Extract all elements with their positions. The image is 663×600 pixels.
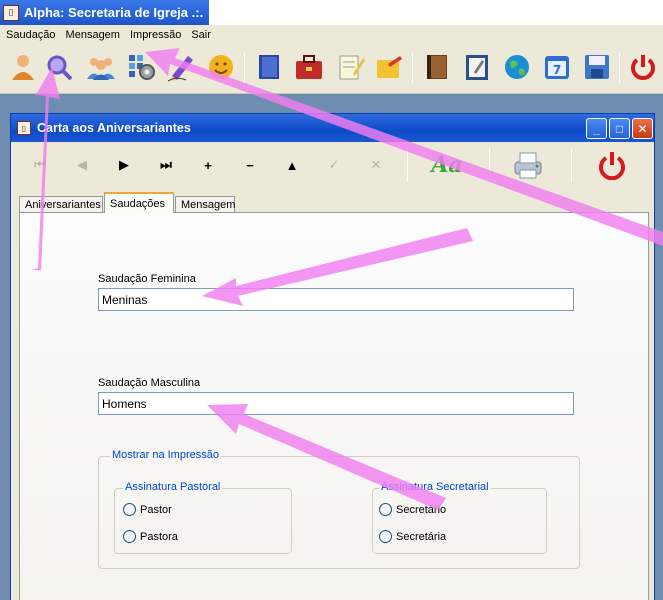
secretarial-signature-group: Assinatura Secretarial Secretário Secret… (372, 481, 547, 554)
child-window-title: Carta aos Aniversariantes (37, 121, 191, 135)
print-options-group: Mostrar na Impressão Assinatura Pastoral… (98, 449, 580, 569)
child-title-bar[interactable]: ▯ Carta aos Aniversariantes _ □ ✕ (11, 114, 654, 142)
record-navigator: ⏮ ◀ ▶ ⏭ + − ▲ ✓ ✕ Aa (15, 144, 650, 186)
svg-text:7: 7 (553, 63, 561, 77)
secretaria-label: Secretária (396, 530, 447, 543)
secretario-radio[interactable]: Secretário (379, 503, 446, 516)
menu-mensagem[interactable]: Mensagem (62, 29, 124, 41)
group-icon[interactable] (86, 52, 116, 82)
post-record-button[interactable]: ✓ (317, 150, 351, 180)
first-record-button[interactable]: ⏮ (23, 150, 57, 180)
menu-sair[interactable]: Sair (187, 29, 215, 41)
secretaria-radio[interactable]: Secretária (379, 530, 446, 543)
edit-record-button[interactable]: ▲ (275, 150, 309, 180)
nav-separator (407, 148, 408, 182)
secretario-label: Secretário (396, 503, 447, 516)
toolbar-separator (619, 52, 620, 84)
app-title: Alpha: Secretaria de Igreja .:. (24, 5, 204, 20)
tab-aniversariantes[interactable]: Aniversariantes (19, 196, 103, 213)
print-options-caption: Mostrar na Impressão (110, 449, 221, 461)
toolbar-separator (412, 52, 413, 84)
power-icon[interactable] (595, 150, 629, 180)
pastora-label: Pastora (140, 530, 178, 543)
menu-saudacao[interactable]: Saudação (2, 29, 60, 41)
radio-circle[interactable] (123, 503, 136, 516)
next-record-button[interactable]: ▶ (107, 150, 141, 180)
birthday-letter-window: ▯ Carta aos Aniversariantes _ □ ✕ ⏮ ◀ ▶ … (10, 113, 655, 600)
pastoral-signature-group: Assinatura Pastoral Pastor Pastora (114, 481, 292, 554)
book-icon: ▯ (3, 4, 19, 21)
feminine-greeting-input[interactable] (98, 288, 574, 311)
maximize-button[interactable]: □ (609, 118, 630, 139)
main-toolbar: 7 (0, 44, 663, 94)
menu-bar: Saudação Mensagem Impressão Sair (0, 25, 663, 44)
pastoral-signature-caption: Assinatura Pastoral (123, 481, 223, 493)
settings-grid-icon[interactable] (126, 52, 156, 82)
book-icon: ▯ (17, 121, 31, 135)
toolbar-separator (244, 52, 245, 84)
sticky-note-icon[interactable] (374, 52, 404, 82)
search-icon[interactable] (44, 52, 74, 82)
user-icon[interactable] (8, 52, 38, 82)
globe-icon[interactable] (502, 52, 532, 82)
masculine-greeting-input[interactable] (98, 392, 574, 415)
close-button[interactable]: ✕ (632, 118, 653, 139)
toolbox-icon[interactable] (294, 52, 324, 82)
pastora-radio[interactable]: Pastora (123, 530, 178, 543)
nav-separator (571, 148, 572, 182)
radio-circle[interactable] (379, 530, 392, 543)
app-title-bar[interactable]: ▯ Alpha: Secretaria de Igreja .:. (0, 0, 209, 25)
power-icon[interactable] (628, 52, 658, 82)
last-record-button[interactable]: ⏭ (149, 150, 183, 180)
masculine-greeting-label: Saudação Masculina (98, 377, 201, 389)
clipboard-icon[interactable] (462, 52, 492, 82)
tab-mensagem[interactable]: Mensagem (175, 196, 235, 213)
address-book-icon[interactable] (422, 52, 452, 82)
notepad-icon[interactable] (336, 52, 366, 82)
notebook-icon[interactable] (254, 52, 284, 82)
radio-circle[interactable] (379, 503, 392, 516)
save-icon[interactable] (582, 52, 612, 82)
add-record-button[interactable]: + (191, 150, 225, 180)
title-bar-blank (209, 0, 663, 25)
radio-circle[interactable] (123, 530, 136, 543)
font-button[interactable]: Aa (429, 148, 465, 182)
smiley-icon[interactable] (206, 52, 236, 82)
nav-separator (489, 148, 490, 182)
secretarial-signature-caption: Assinatura Secretarial (379, 481, 491, 493)
menu-impressao[interactable]: Impressão (126, 29, 185, 41)
printer-icon[interactable] (511, 150, 545, 180)
pen-icon[interactable] (166, 52, 196, 82)
minimize-button[interactable]: _ (586, 118, 607, 139)
prev-record-button[interactable]: ◀ (65, 150, 99, 180)
pastor-label: Pastor (140, 503, 172, 516)
feminine-greeting-label: Saudação Feminina (98, 273, 196, 285)
calendar-icon[interactable]: 7 (542, 52, 572, 82)
pastor-radio[interactable]: Pastor (123, 503, 172, 516)
tab-saudacoes[interactable]: Saudações (104, 192, 174, 213)
saudacoes-panel: Saudação Feminina Saudação Masculina Mos… (19, 212, 649, 600)
cancel-record-button[interactable]: ✕ (359, 150, 393, 180)
delete-record-button[interactable]: − (233, 150, 267, 180)
